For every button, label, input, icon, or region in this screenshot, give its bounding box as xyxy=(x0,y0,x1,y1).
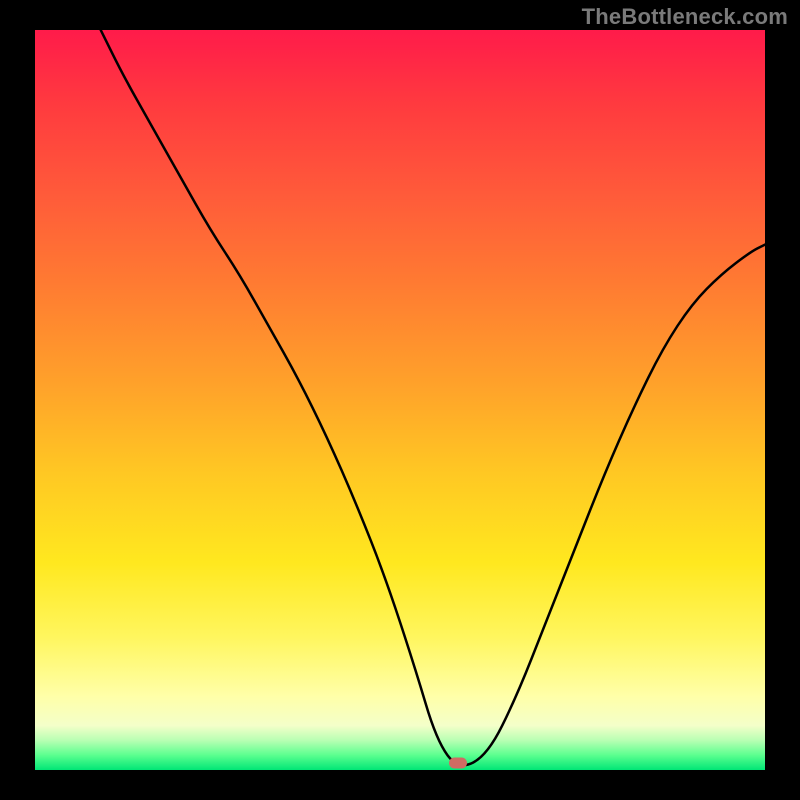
chart-frame: TheBottleneck.com xyxy=(0,0,800,800)
plot-area xyxy=(35,30,765,770)
watermark-text: TheBottleneck.com xyxy=(582,4,788,30)
minimum-marker xyxy=(449,757,467,768)
bottleneck-curve xyxy=(35,30,765,770)
